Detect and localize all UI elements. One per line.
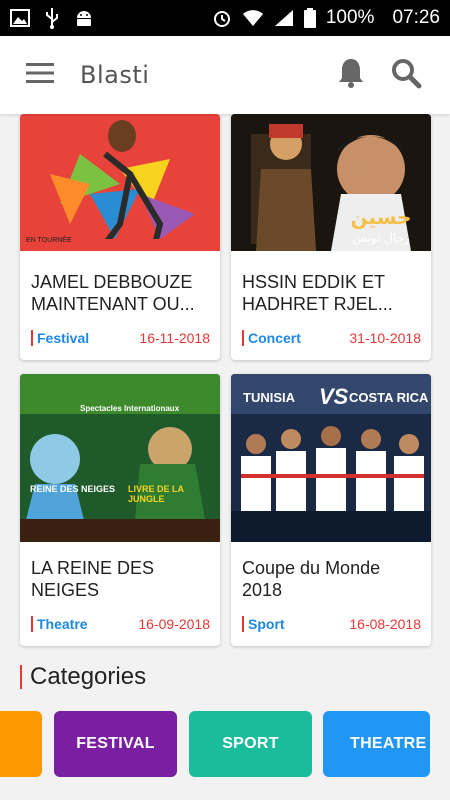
poster-caption: EN TOURNÉE — [26, 237, 72, 244]
event-date: 31-10-2018 — [349, 330, 421, 346]
event-meta: Festival 16-11-2018 — [31, 330, 210, 346]
event-card[interactable]: Spectacles Internationaux REINE DES NEIG… — [20, 374, 220, 646]
search-icon — [390, 57, 422, 94]
battery-icon — [303, 8, 316, 28]
category-chip-festival[interactable]: FESTIVAL — [54, 711, 177, 777]
event-card[interactable]: حسين رجال تونس HSSIN EDDIK ET HADHRET RJ… — [231, 114, 431, 360]
event-title: JAMEL DEBBOUZE MAINTENANT OU... — [31, 272, 195, 314]
event-title: LA REINE DES NEIGES — [31, 558, 155, 600]
svg-text:رجال تونس: رجال تونس — [352, 231, 410, 246]
alarm-icon — [212, 8, 232, 28]
category-chip-sport[interactable]: SPORT — [189, 711, 312, 777]
event-image: حسين رجال تونس — [231, 114, 431, 251]
status-bar: 100% 07:26 — [0, 0, 450, 36]
menu-button[interactable] — [0, 36, 80, 114]
event-date: 16-08-2018 — [349, 616, 421, 632]
event-meta: Theatre 16-09-2018 — [31, 616, 210, 632]
event-date: 16-09-2018 — [138, 616, 210, 632]
poster-left-title: REINE DES NEIGES — [30, 484, 116, 494]
event-title: HSSIN EDDIK ET HADHRET RJEL... — [242, 272, 393, 314]
event-date: 16-11-2018 — [139, 330, 210, 346]
event-meta: Sport 16-08-2018 — [242, 616, 421, 632]
signal-icon — [274, 9, 294, 27]
app-title: Blasti — [80, 61, 150, 89]
category-chip[interactable] — [0, 711, 42, 777]
categories-heading: Categories — [20, 665, 146, 689]
event-category: Festival — [31, 330, 89, 346]
image-icon — [10, 9, 30, 27]
poster-team-right: COSTA RICA — [349, 390, 429, 405]
event-image: Spectacles Internationaux REINE DES NEIG… — [20, 374, 220, 542]
main-content: EN TOURNÉE JAMEL DEBBOUZE MAINTENANT OU.… — [0, 114, 450, 800]
menu-icon — [26, 62, 54, 88]
poster-right-title: LIVRE DE LA JUNGLE — [128, 484, 184, 504]
category-chip-theatre[interactable]: THEATRE — [323, 711, 430, 777]
bell-icon — [337, 57, 365, 94]
category-chip-label: THEATRE — [350, 735, 427, 752]
poster-top-text: Spectacles Internationaux — [80, 404, 180, 413]
category-chip-label: FESTIVAL — [76, 735, 155, 752]
android-icon — [74, 8, 94, 28]
wifi-icon — [242, 9, 264, 27]
battery-percent: 100% — [325, 7, 375, 28]
search-button[interactable] — [385, 54, 427, 96]
poster-vs: VS — [319, 384, 349, 409]
event-image: EN TOURNÉE — [20, 114, 220, 251]
event-category: Sport — [242, 616, 285, 632]
event-category: Concert — [242, 330, 301, 346]
event-card[interactable]: TUNISIA VS COSTA RICA Coupe du Monde 201… — [231, 374, 431, 646]
event-title: Coupe du Monde 2018 — [242, 558, 381, 600]
clock: 07:26 — [392, 7, 440, 28]
category-chip-label: SPORT — [222, 735, 279, 752]
event-category: Theatre — [31, 616, 88, 632]
event-meta: Concert 31-10-2018 — [242, 330, 421, 346]
usb-icon — [44, 7, 60, 29]
app-bar: Blasti — [0, 36, 450, 114]
event-card[interactable]: EN TOURNÉE JAMEL DEBBOUZE MAINTENANT OU.… — [20, 114, 220, 360]
svg-text:حسين: حسين — [351, 205, 412, 229]
poster-team-left: TUNISIA — [243, 390, 295, 405]
event-image: TUNISIA VS COSTA RICA — [231, 374, 431, 542]
notifications-button[interactable] — [330, 54, 372, 96]
